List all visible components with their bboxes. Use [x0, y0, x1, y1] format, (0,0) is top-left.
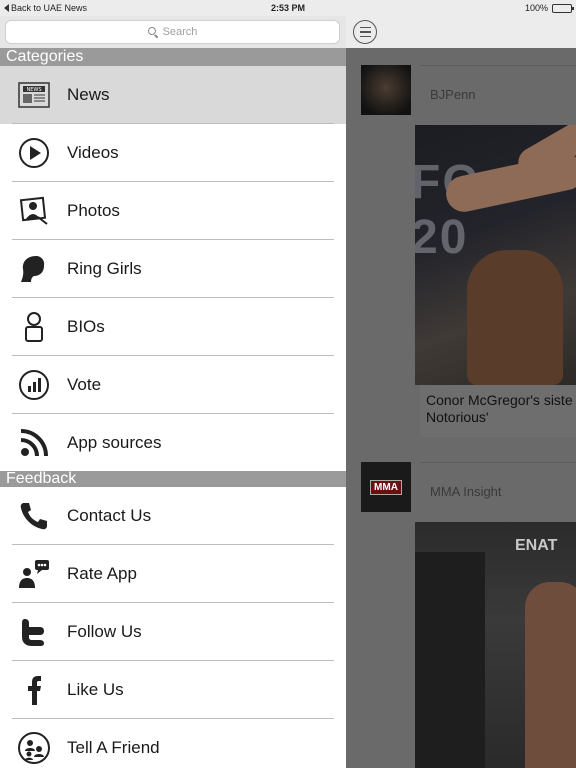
menu-item-follow-us[interactable]: Follow Us	[0, 603, 346, 661]
menu-item-label: Photos	[67, 201, 120, 220]
newspaper-icon: NEWS	[17, 78, 51, 112]
menu-item-vote[interactable]: Vote	[0, 356, 346, 414]
menu-item-contact-us[interactable]: Contact Us	[0, 487, 346, 545]
search-placeholder: Search	[162, 26, 198, 38]
menu-item-bios[interactable]: BIOs	[0, 298, 346, 356]
source-name: MMA Insight	[430, 484, 502, 499]
cage-banner: ENAT	[515, 537, 558, 554]
battery-percent: 100%	[524, 3, 548, 13]
search-icon	[147, 26, 159, 38]
mma-logo: MMA	[370, 479, 402, 495]
fighter-figure	[525, 582, 576, 768]
svg-text:NEWS: NEWS	[26, 87, 41, 93]
source-avatar	[361, 65, 411, 115]
facebook-icon	[17, 673, 51, 707]
menu-item-photos[interactable]: Photos	[0, 182, 346, 240]
news-feed: BJPenn FC 20 Conor McGregor's siste Notor…	[346, 48, 576, 768]
person-icon	[17, 310, 51, 344]
menu-item-label: News	[67, 85, 110, 104]
article-title[interactable]: Conor McGregor's siste Notorious'	[420, 385, 576, 437]
rss-icon	[17, 426, 51, 460]
menu-item-label: Videos	[67, 143, 119, 162]
feed-card-header[interactable]: BJPenn	[346, 48, 576, 115]
menu-item-app-sources[interactable]: App sources	[0, 414, 346, 472]
menu-toggle-button[interactable]	[353, 20, 377, 44]
feedback-list: Contact Us Rate App Follow Us Like Us Te…	[0, 487, 346, 768]
share-people-icon	[17, 731, 51, 765]
source-avatar: MMA	[361, 462, 411, 512]
status-time: 2:53 PM	[270, 3, 305, 13]
bar-chart-icon	[17, 368, 51, 402]
menu-item-like-us[interactable]: Like Us	[0, 661, 346, 719]
section-header-categories: Categories	[0, 48, 346, 66]
menu-item-label: Tell A Friend	[67, 738, 160, 757]
menu-item-label: Vote	[67, 375, 102, 394]
menu-item-label: Like Us	[67, 680, 124, 699]
menu-item-tell-a-friend[interactable]: Tell A Friend	[0, 719, 346, 768]
menu-item-label: App sources	[67, 433, 162, 452]
photo-frame-icon	[17, 194, 51, 228]
side-drawer: Search Categories NEWS News Videos Photo…	[0, 16, 346, 768]
hamburger-icon	[359, 26, 371, 29]
menu-item-label: BIOs	[67, 317, 105, 336]
menu-item-label: Ring Girls	[67, 259, 142, 278]
menu-item-ring-girls[interactable]: Ring Girls	[0, 240, 346, 298]
article-image[interactable]: FC 20	[415, 125, 576, 385]
play-icon	[17, 136, 51, 170]
categories-list: NEWS News Videos Photos Ring Girls BIOs …	[0, 66, 346, 472]
status-bar: Back to UAE News 2:53 PM 100%	[0, 0, 576, 16]
section-header-feedback: Feedback	[0, 471, 346, 487]
girl-silhouette-icon	[17, 252, 51, 286]
menu-item-news[interactable]: NEWS News	[0, 66, 346, 124]
menu-item-label: Rate App	[67, 564, 137, 583]
source-name: BJPenn	[430, 87, 476, 102]
article-image[interactable]: ENAT	[415, 522, 576, 768]
menu-item-label: Follow Us	[67, 622, 142, 641]
battery-icon	[552, 3, 574, 13]
menu-item-label: Contact Us	[67, 506, 152, 525]
rate-person-icon	[17, 557, 51, 591]
menu-item-videos[interactable]: Videos	[0, 124, 346, 182]
phone-icon	[17, 499, 51, 533]
battery-status: 100%	[524, 3, 574, 13]
referee-figure	[415, 552, 485, 768]
search-input[interactable]: Search	[6, 21, 339, 43]
feed-card-header[interactable]: MMA MMA Insight	[346, 445, 576, 512]
menu-item-rate-app[interactable]: Rate App	[0, 545, 346, 603]
twitter-icon	[17, 615, 51, 649]
